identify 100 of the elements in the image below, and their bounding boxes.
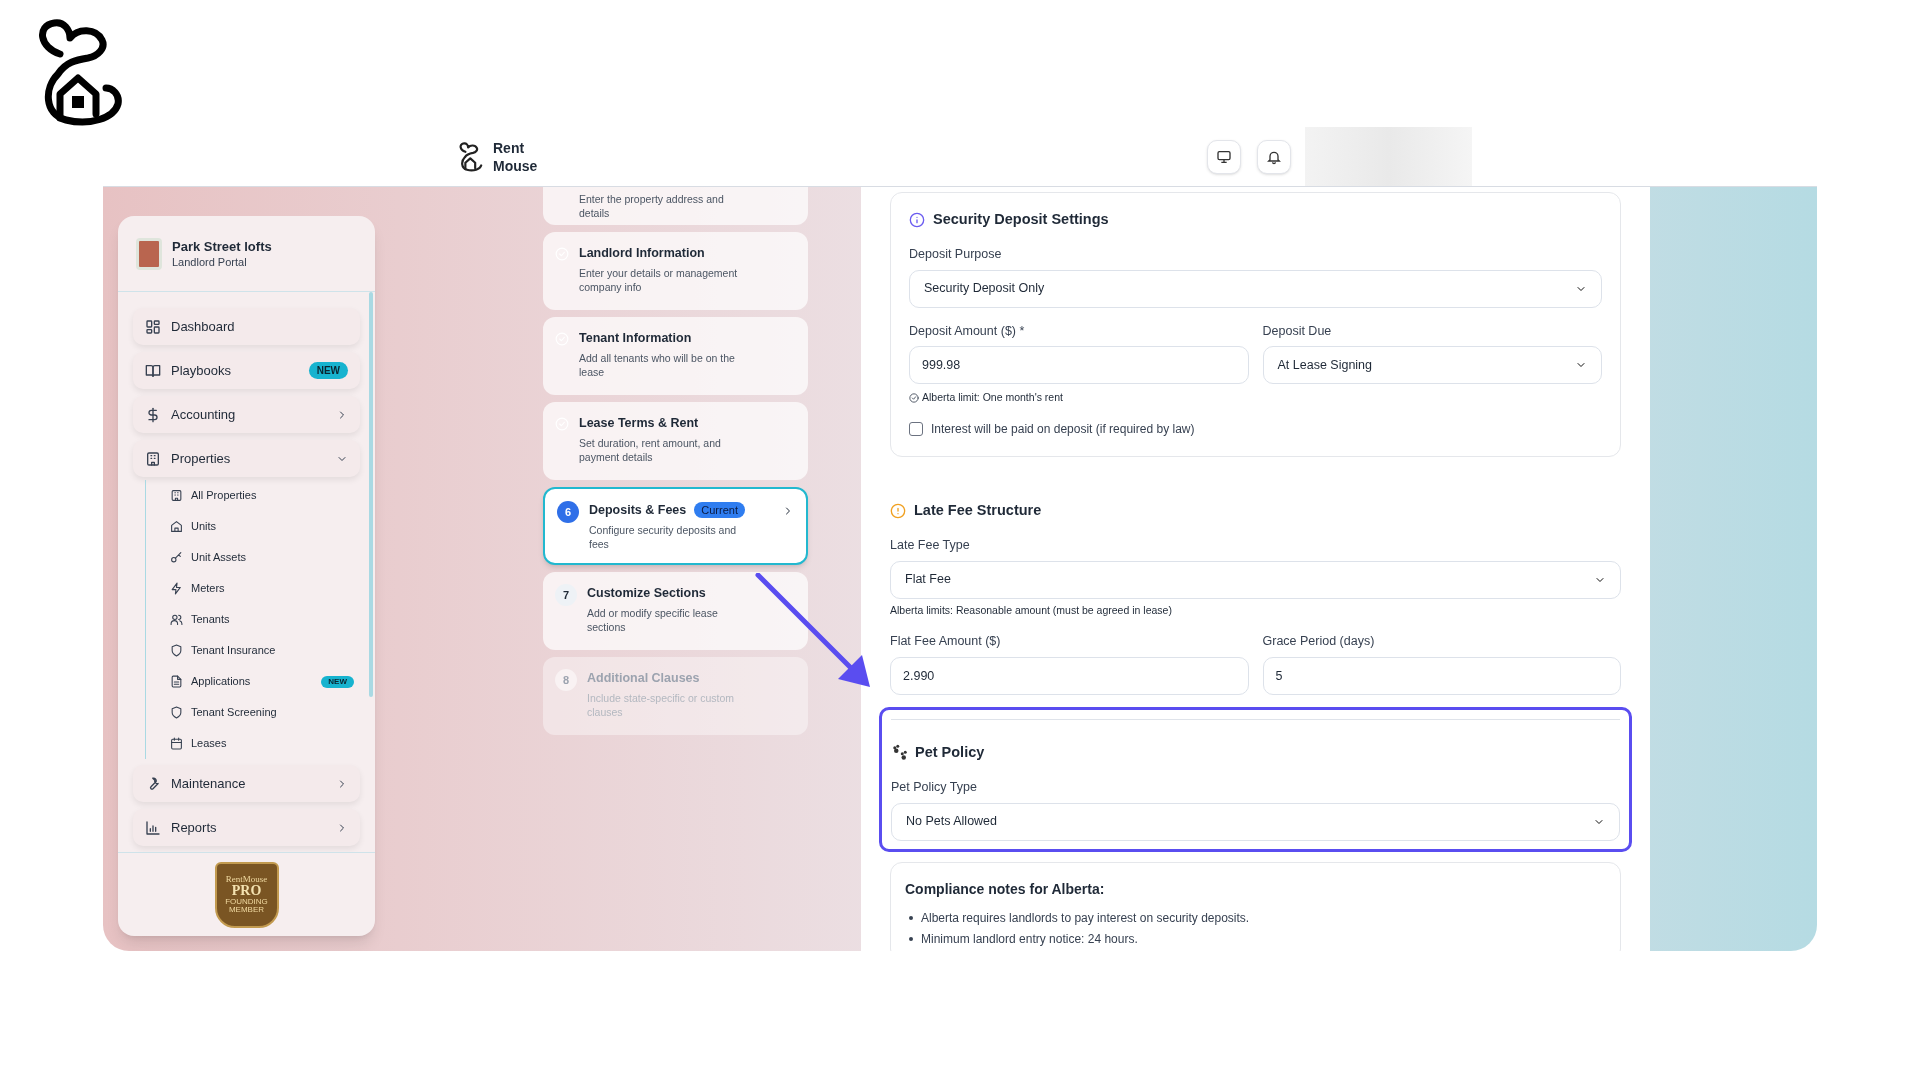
nav-item[interactable]: Accounting bbox=[133, 396, 360, 433]
hint-text: Alberta limit: One month's rent bbox=[922, 390, 1063, 406]
nav-sublabel: Tenant Insurance bbox=[191, 643, 276, 659]
nav-label: Properties bbox=[171, 449, 231, 468]
step-number: 8 bbox=[555, 669, 577, 691]
field-label: Late Fee Type bbox=[890, 536, 971, 554]
field-label: Deposit Amount ($) * bbox=[909, 322, 1026, 340]
monitor-button[interactable] bbox=[1207, 139, 1241, 174]
nav-sublabel: Tenants bbox=[191, 612, 230, 628]
nav-label: Accounting bbox=[171, 405, 236, 424]
people-icon bbox=[170, 613, 183, 626]
input-field[interactable]: 999.98 bbox=[909, 346, 1249, 385]
nav-sublabel: Leases bbox=[191, 736, 227, 752]
nav-sublabel: Unit Assets bbox=[191, 550, 247, 566]
dashboard-grid-icon bbox=[145, 318, 161, 335]
step-card[interactable]: 7 Customize Sections Add or modify specific lease sections bbox=[543, 572, 808, 650]
current-badge: Current bbox=[694, 502, 745, 519]
step-number: 7 bbox=[555, 584, 577, 606]
building-icon bbox=[170, 489, 183, 502]
house-icon bbox=[170, 520, 183, 533]
compliance-note: Minimum landlord entry notice: 24 hours. bbox=[921, 931, 1138, 948]
paw-prints-icon bbox=[891, 743, 909, 762]
step-title: Customize Sections bbox=[587, 585, 706, 602]
checkbox[interactable] bbox=[909, 422, 923, 436]
step-title: Tenant Information bbox=[579, 330, 692, 347]
select-dropdown[interactable]: Flat Fee bbox=[890, 560, 1621, 599]
badge-text: FOUNDING bbox=[225, 898, 268, 906]
nav-subitem[interactable]: Units bbox=[170, 511, 360, 542]
select-dropdown[interactable]: At Lease Signing bbox=[1262, 346, 1602, 385]
property-name: Park Street lofts bbox=[172, 238, 272, 255]
portal-label: Landlord Portal bbox=[172, 255, 248, 269]
nav-item[interactable]: Reports bbox=[133, 809, 360, 846]
nav-sublabel: Applications bbox=[191, 674, 251, 690]
shield-icon bbox=[170, 644, 183, 657]
nav-label: Maintenance bbox=[171, 774, 246, 793]
nav-item[interactable]: Dashboard bbox=[133, 308, 360, 345]
field-label: Deposit Due bbox=[1262, 322, 1333, 340]
hint-text: Alberta limits: Reasonable amount (must be agreed in lease) bbox=[890, 602, 1173, 618]
mouse-house-logo bbox=[457, 141, 483, 172]
compliance-note: Alberta requires landlords to pay interest on security deposits. bbox=[921, 910, 1250, 927]
step-card[interactable]: Tenant Information Add all tenants who will be on the lease bbox=[543, 317, 808, 395]
select-dropdown[interactable]: Security Deposit Only bbox=[909, 269, 1602, 308]
nav-subitem[interactable]: Tenant Screening bbox=[170, 697, 360, 728]
nav-label: Playbooks bbox=[171, 361, 231, 380]
key-icon bbox=[170, 551, 183, 564]
nav-sublabel: Meters bbox=[191, 581, 225, 597]
nav-subitem[interactable]: Meters bbox=[170, 573, 360, 604]
info-icon bbox=[909, 211, 925, 228]
step-description: Add all tenants who will be on the lease bbox=[579, 350, 736, 379]
badge-text: MEMBER bbox=[228, 906, 265, 914]
property-logo bbox=[136, 237, 162, 270]
input-field[interactable]: 2.990 bbox=[890, 657, 1249, 695]
nav-item[interactable]: Properties bbox=[133, 440, 360, 477]
section-title: Pet Policy bbox=[915, 743, 985, 762]
field-label: Deposit Purpose bbox=[909, 245, 1003, 263]
nav-subitem[interactable]: Tenant Insurance bbox=[170, 635, 360, 666]
step-title: Lease Terms & Rent bbox=[579, 415, 699, 432]
alert-circle-icon bbox=[890, 502, 906, 519]
step-description: Add or modify specific lease sections bbox=[587, 605, 719, 634]
new-badge: NEW bbox=[321, 675, 354, 688]
nav-subitem[interactable]: Applications NEW bbox=[170, 666, 360, 697]
dollar-icon bbox=[145, 406, 161, 423]
app-name: Rent Mouse bbox=[493, 138, 539, 175]
nav-sublabel: Tenant Screening bbox=[191, 705, 277, 721]
step-number: 6 bbox=[557, 501, 579, 523]
step-description: Enter the property address and details bbox=[579, 192, 725, 220]
nav-subitem[interactable]: Tenants bbox=[170, 604, 360, 635]
nav-item[interactable]: Maintenance bbox=[133, 765, 360, 802]
nav-label: Dashboard bbox=[171, 317, 235, 336]
section-title: Security Deposit Settings bbox=[933, 210, 1109, 229]
step-card[interactable]: Landlord Information Enter your details or management company info bbox=[543, 232, 808, 310]
notification-button[interactable] bbox=[1257, 139, 1291, 174]
input-field[interactable]: 5 bbox=[1262, 657, 1621, 695]
checkbox-label: Interest will be paid on deposit (if required by law) bbox=[931, 421, 1195, 438]
select-dropdown[interactable]: No Pets Allowed bbox=[891, 802, 1620, 841]
book-icon bbox=[145, 362, 161, 379]
step-card[interactable]: 6 Deposits & Fees Current Configure security deposits and fees bbox=[543, 487, 808, 565]
nav-subitem[interactable]: Leases bbox=[170, 728, 360, 759]
field-label: Grace Period (days) bbox=[1262, 633, 1376, 651]
nav-sublabel: All Properties bbox=[191, 488, 257, 504]
step-title: Deposits & Fees bbox=[589, 502, 687, 519]
field-label: Flat Fee Amount ($) bbox=[890, 633, 1002, 651]
step-description: Configure security deposits and fees bbox=[589, 522, 738, 551]
badge-text: PRO bbox=[231, 884, 262, 898]
compliance-title: Compliance notes for Alberta: bbox=[905, 879, 1106, 899]
nav-subitem[interactable]: Unit Assets bbox=[170, 542, 360, 573]
step-description: Set duration, rent amount, and payment details bbox=[579, 435, 722, 464]
new-badge: NEW bbox=[308, 362, 348, 379]
step-title: Additional Clauses bbox=[587, 670, 700, 687]
bar-chart-icon bbox=[145, 819, 161, 836]
building-icon bbox=[145, 450, 161, 467]
step-title: Landlord Information bbox=[579, 245, 705, 262]
nav-item[interactable]: Playbooks NEW bbox=[133, 352, 360, 389]
nav-subitem[interactable]: All Properties bbox=[170, 480, 360, 511]
section-title: Late Fee Structure bbox=[914, 501, 1042, 520]
step-card[interactable]: Lease Terms & Rent Set duration, rent amount, and payment details bbox=[543, 402, 808, 480]
step-card[interactable]: Enter the property address and details bbox=[543, 187, 808, 225]
lightning-icon bbox=[170, 582, 183, 595]
shield-icon bbox=[170, 706, 183, 719]
document-icon bbox=[170, 675, 183, 688]
